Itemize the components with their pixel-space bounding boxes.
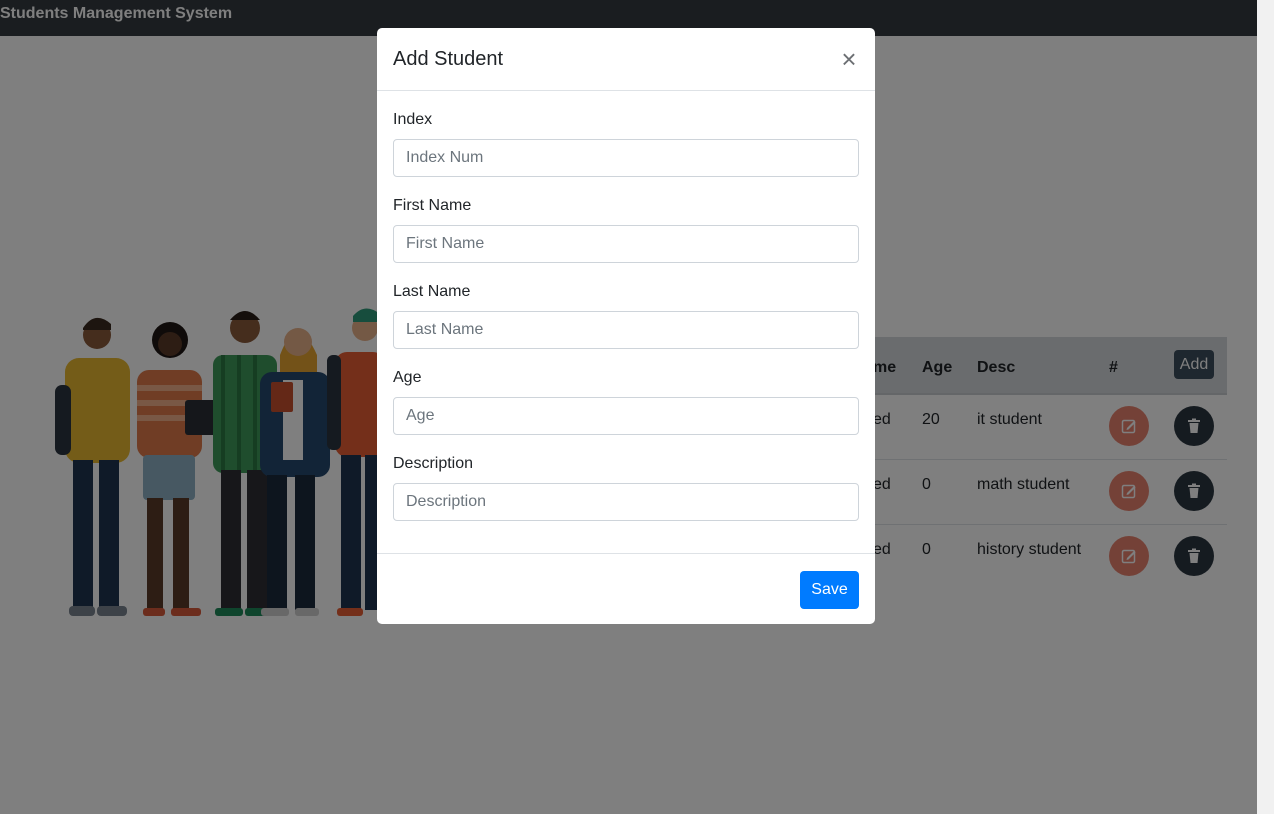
modal-header: Add Student × xyxy=(377,28,875,91)
form-group-index: Index xyxy=(393,91,859,177)
modal-title: Add Student xyxy=(393,48,504,70)
first-name-label: First Name xyxy=(393,197,472,214)
add-student-modal: Add Student × Index First Name Last Name… xyxy=(377,28,875,624)
index-input[interactable] xyxy=(393,139,859,177)
form-group-last-name: Last Name xyxy=(393,263,859,349)
form-group-description: Description xyxy=(393,435,859,521)
form-group-age: Age xyxy=(393,349,859,435)
save-button[interactable]: Save xyxy=(800,571,859,609)
age-input[interactable] xyxy=(393,397,859,435)
description-input[interactable] xyxy=(393,483,859,521)
age-label: Age xyxy=(393,369,422,386)
description-label: Description xyxy=(393,455,474,472)
last-name-input[interactable] xyxy=(393,311,859,349)
form-group-first-name: First Name xyxy=(393,177,859,263)
close-button[interactable]: × xyxy=(835,45,863,73)
last-name-label: Last Name xyxy=(393,283,471,300)
modal-footer: Save xyxy=(377,553,875,624)
index-label: Index xyxy=(393,111,433,128)
first-name-input[interactable] xyxy=(393,225,859,263)
scrollbar[interactable] xyxy=(1257,0,1274,814)
